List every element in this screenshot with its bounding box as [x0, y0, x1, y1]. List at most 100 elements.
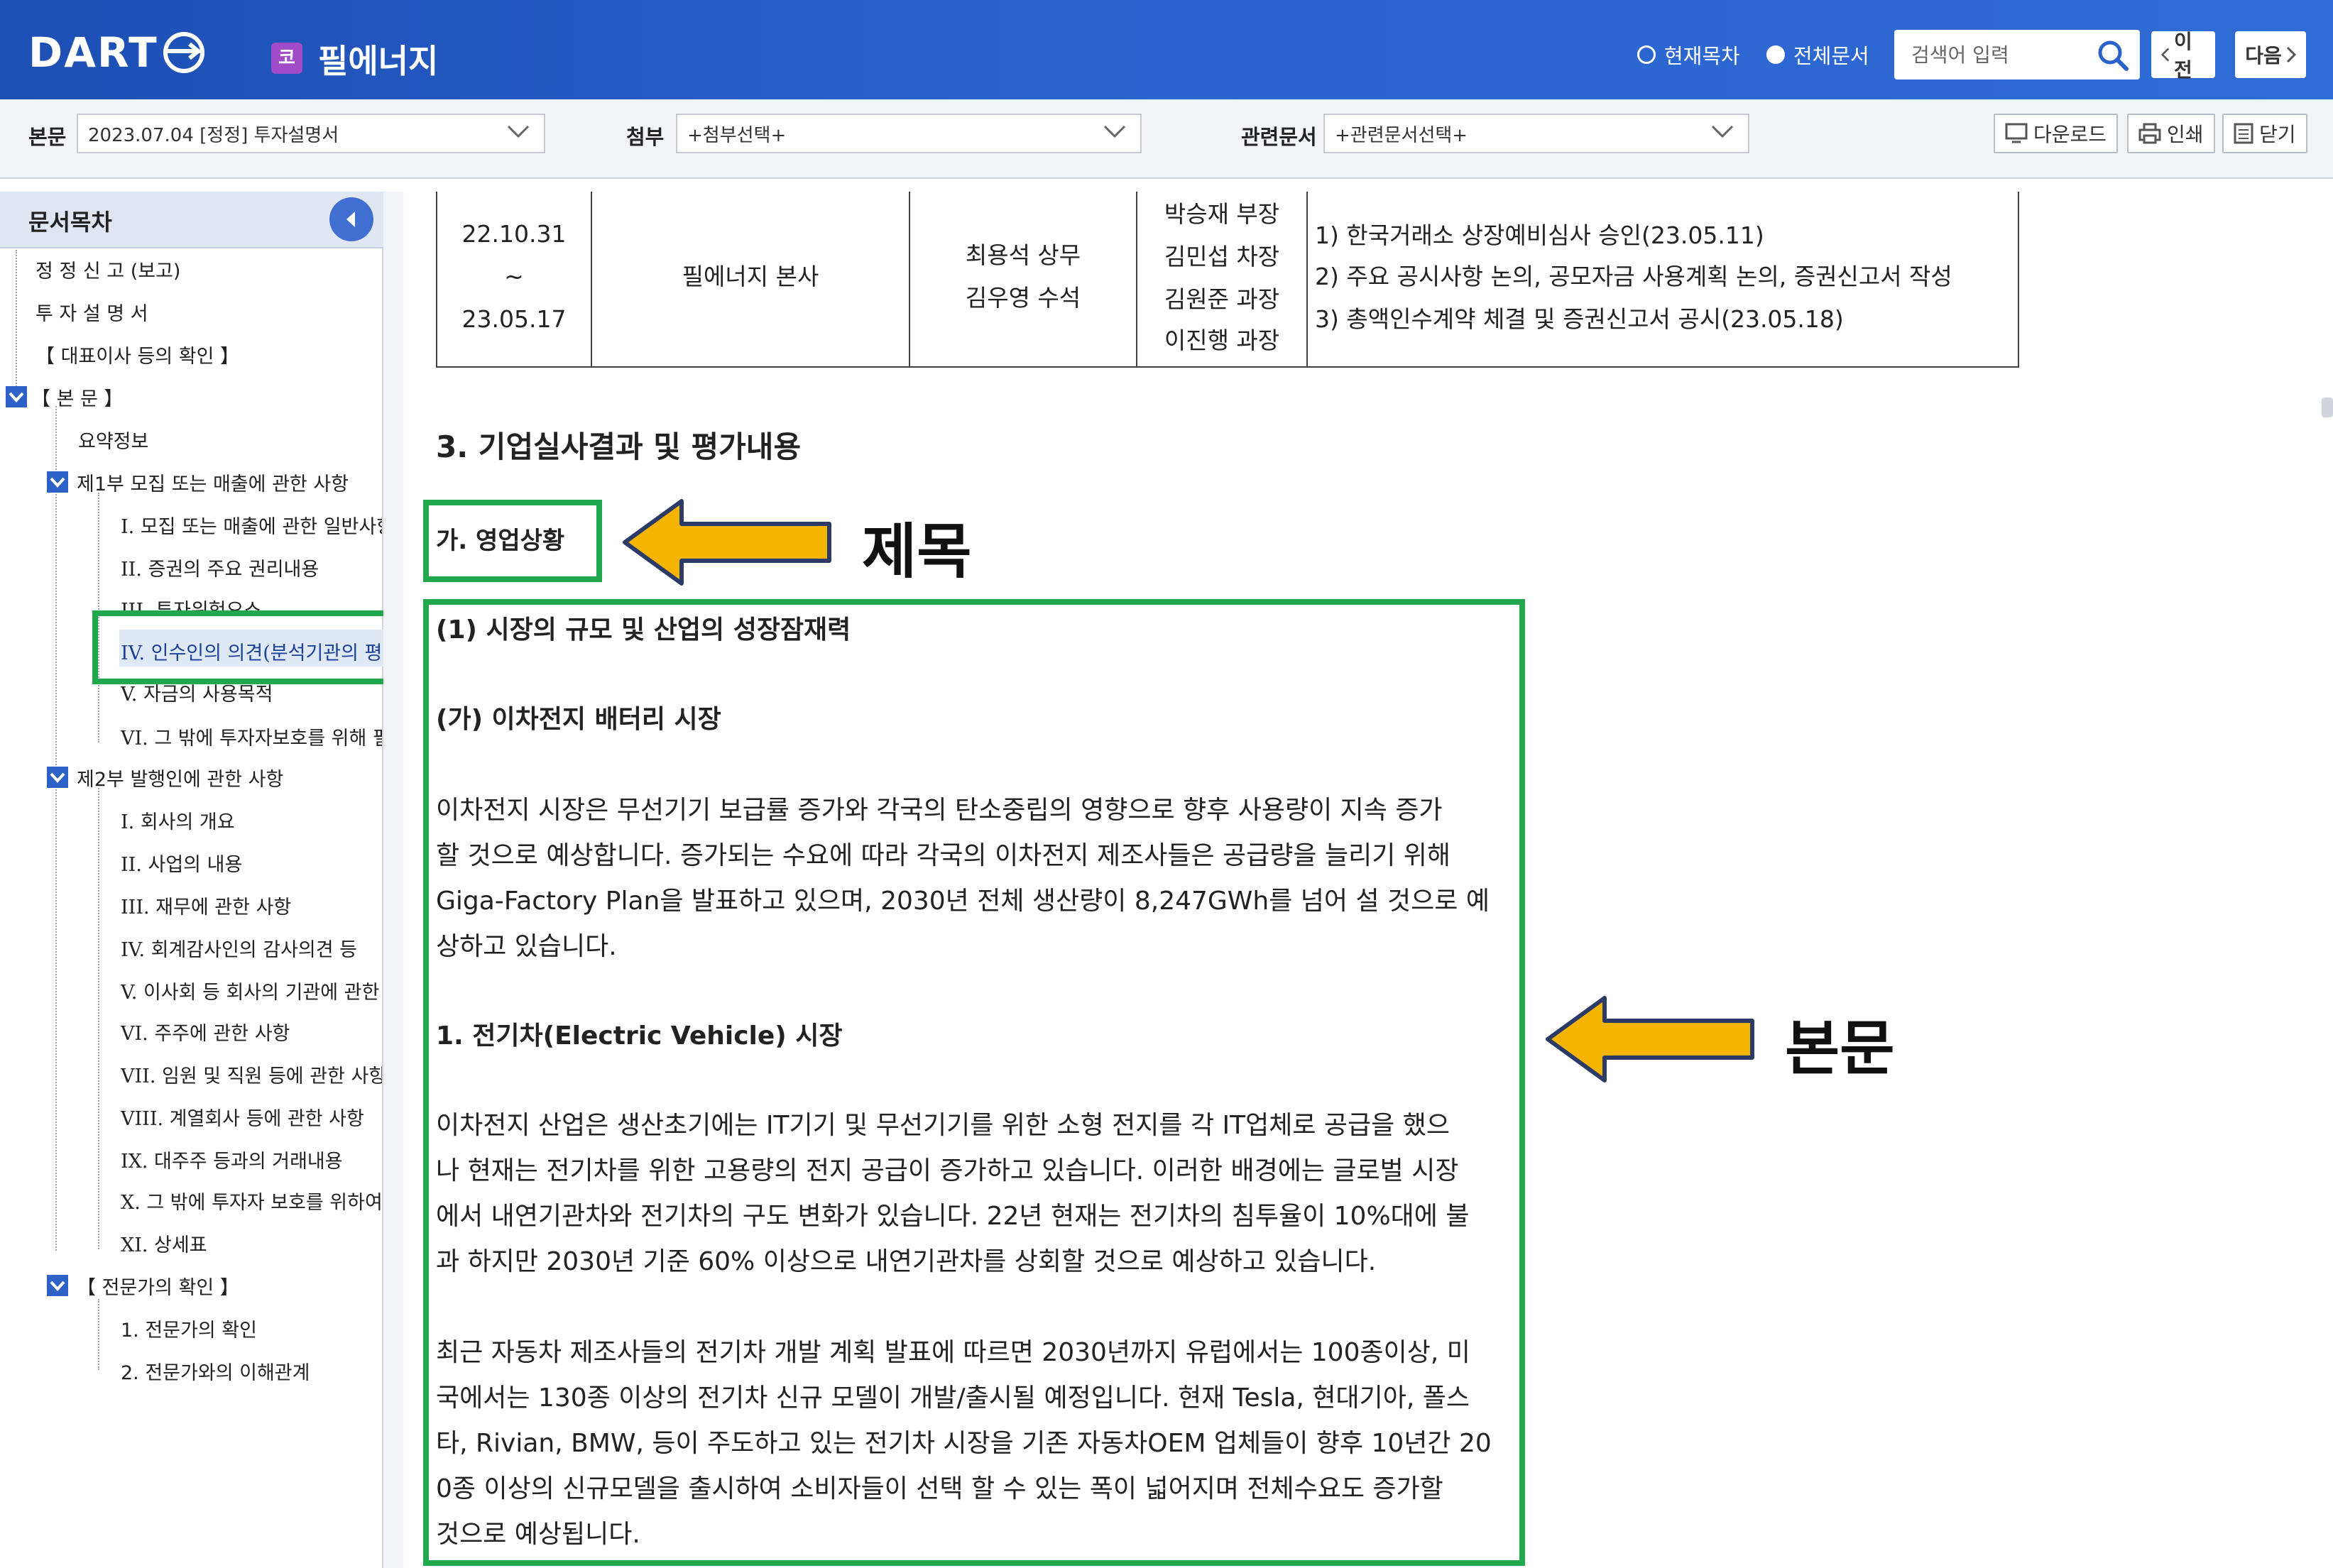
- radio-current-toc[interactable]: 현재목차: [1637, 40, 1740, 70]
- prev-label: 이전: [2173, 30, 2192, 82]
- paragraph-line: 것으로 예상됩니다.: [436, 1520, 640, 1549]
- attach-select[interactable]: +첨부선택+: [676, 114, 1142, 153]
- tree-guide-line: [55, 406, 57, 1251]
- toc-item-part2-3[interactable]: III. 재무에 관한 사항: [121, 892, 382, 919]
- toc-item-part2[interactable]: 제2부 발행인에 관한 사항: [77, 764, 382, 791]
- toc-item-part2-8[interactable]: VIII. 계열회사 등에 관한 사항: [121, 1103, 382, 1131]
- toc-item-part2-6[interactable]: VI. 주주에 관한 사항: [121, 1018, 382, 1046]
- table-date-separator: ~: [504, 263, 524, 290]
- arrow-left-icon: [623, 499, 831, 586]
- print-button[interactable]: 인쇄: [2127, 114, 2215, 153]
- toc-item-part1-3[interactable]: III. 투자위험요소: [121, 595, 382, 612]
- toc-item-summary[interactable]: 요약정보: [78, 426, 376, 454]
- download-label: 다운로드: [2033, 123, 2107, 146]
- toc-item-part1-2[interactable]: II. 증권의 주요 권리내용: [121, 554, 382, 581]
- toc-item-expert[interactable]: 【 전문가의 확인 】: [77, 1272, 382, 1300]
- toc-header: 문서목차: [0, 192, 383, 248]
- arrow-left-icon: [1546, 996, 1754, 1082]
- related-docs-value: +관련문서선택+: [1335, 124, 1468, 146]
- paragraph-line: 타, Rivian, BMW, 등이 주도하고 있는 전기차 시장을 기존 자동…: [436, 1429, 1492, 1458]
- chevron-left-icon: [346, 212, 355, 227]
- table-content-2: 2) 주요 공시사항 논의, 공모자금 사용계획 논의, 증권신고서 작성: [1315, 263, 1952, 290]
- tree-expanded-icon[interactable]: [47, 767, 68, 788]
- table-counterpart-3: 김원준 과장: [1164, 285, 1280, 313]
- annotation-title-label: 제목: [862, 517, 972, 586]
- related-docs-select[interactable]: +관련문서선택+: [1323, 114, 1749, 153]
- toc-item-part2-11[interactable]: XI. 상세표: [121, 1229, 382, 1257]
- tree-guide-line: [16, 250, 17, 392]
- toc-item-part1-6[interactable]: VI. 그 밖에 투자자보호를 위해 필요한 사항: [121, 723, 382, 750]
- toc-item-part2-7[interactable]: VII. 임원 및 직원 등에 관한 사항: [121, 1060, 382, 1088]
- dart-logo-icon: [163, 32, 204, 73]
- paragraph-line: 할 것으로 예상합니다. 증가되는 수요에 따라 각국의 이차전지 제조사들은 …: [436, 841, 1451, 870]
- logo-text: DART: [28, 28, 158, 77]
- chevron-left-icon: [2161, 48, 2170, 62]
- next-label: 다음: [2245, 44, 2282, 67]
- highlight-box-selected-toc: [92, 610, 402, 684]
- table-content-3: 3) 총액인수계약 체결 및 증권신고서 공시(23.05.18): [1315, 305, 1844, 333]
- search-box: [1894, 30, 2140, 80]
- related-docs-label: 관련문서: [1241, 125, 1317, 149]
- document-icon: [2234, 123, 2253, 144]
- section-title: 3. 기업실사결과 및 평가내용: [436, 429, 802, 464]
- toc-item-part2-4[interactable]: IV. 회계감사인의 감사의견 등: [121, 934, 382, 962]
- chevron-down-icon: [1103, 125, 1126, 138]
- paragraph-line: 이차전지 시장은 무선기기 보급률 증가와 각국의 탄소중립의 영향으로 향후 …: [436, 796, 1443, 825]
- search-icon[interactable]: [2096, 38, 2130, 72]
- toc-item-part2-9[interactable]: IX. 대주주 등과의 거래내용: [121, 1146, 382, 1173]
- main-doc-select[interactable]: 2023.07.04 [정정] 투자설명서: [77, 114, 545, 153]
- chevron-down-icon: [1711, 125, 1734, 138]
- paragraph-line: 국에서는 130종 이상의 전기차 신규 모델이 개발/출시될 예정입니다. 현…: [436, 1383, 1470, 1413]
- close-button[interactable]: 닫기: [2222, 114, 2307, 153]
- tree-expanded-icon[interactable]: [6, 386, 27, 407]
- toc-item-part1-1[interactable]: I. 모집 또는 매출에 관한 일반사항: [121, 511, 382, 539]
- tree-expanded-icon[interactable]: [47, 1275, 68, 1296]
- table-column-divider: [1306, 192, 1308, 368]
- heading-battery-market: (가) 이차전지 배터리 시장: [436, 705, 721, 734]
- radio-unchecked-icon: [1637, 45, 1656, 64]
- table-staff-2: 김우영 수석: [965, 284, 1081, 312]
- toc-item-part2-10[interactable]: X. 그 밖에 투자자 보호를 위하여 필요한 사항: [121, 1187, 382, 1215]
- paragraph-line: 최근 자동차 제조사들의 전기차 개발 계획 발표에 따르면 2030년까지 유…: [436, 1338, 1470, 1367]
- paragraph-line: 에서 내연기관차와 전기차의 구도 변화가 있습니다. 22년 현재는 전기차의…: [436, 1202, 1470, 1231]
- paragraph-1: 이차전지 시장은 무선기기 보급률 증가와 각국의 탄소중립의 영향으로 향후 …: [436, 788, 1501, 970]
- next-button[interactable]: 다음: [2235, 31, 2306, 78]
- toc-item-expert-1[interactable]: 1. 전문가의 확인: [121, 1315, 382, 1342]
- company-name: 필에너지: [318, 42, 439, 80]
- annotation-body-label: 본문: [1785, 1014, 1895, 1083]
- toc-item-prospectus[interactable]: 투 자 설 명 서: [35, 298, 376, 326]
- toc-item-main-body[interactable]: 【 본 문 】: [31, 383, 372, 411]
- radio-current-label: 현재목차: [1664, 44, 1740, 68]
- attach-label: 첨부: [626, 125, 665, 149]
- printer-icon: [2138, 123, 2161, 144]
- search-input[interactable]: [1911, 43, 2096, 67]
- radio-all-label: 전체문서: [1793, 44, 1869, 68]
- table-location: 필에너지 본사: [682, 263, 819, 290]
- tree-guide-line: [98, 1299, 99, 1370]
- toc-item-part1[interactable]: 제1부 모집 또는 매출에 관한 사항: [77, 468, 382, 496]
- toc-item-part2-5[interactable]: V. 이사회 등 회사의 기관에 관한 사항: [121, 977, 382, 1004]
- sidebar-scrollbar[interactable]: [383, 192, 403, 1568]
- monitor-icon: [2005, 123, 2028, 143]
- toc-title: 문서목차: [28, 209, 112, 236]
- dart-logo[interactable]: DART: [28, 28, 207, 77]
- paragraph-line: 나 현재는 전기차를 위한 고용량의 전지 공급이 증가하고 있습니다. 이러한…: [436, 1156, 1459, 1185]
- download-button[interactable]: 다운로드: [1994, 114, 2119, 153]
- radio-all-docs[interactable]: 전체문서: [1766, 40, 1869, 70]
- company-type-badge: 코: [271, 43, 302, 74]
- top-header: DART 코 필에너지 현재목차 전체문서 이전 다음: [0, 0, 2333, 99]
- paragraph-line: 이차전지 산업은 생산초기에는 IT기기 및 무선기기를 위한 소형 전지를 각…: [436, 1111, 1450, 1140]
- collapse-sidebar-button[interactable]: [329, 197, 373, 241]
- tree-guide-line: [98, 788, 99, 1249]
- toc-item-ceo-confirm[interactable]: 【 대표이사 등의 확인 】: [35, 341, 376, 368]
- table-content-1: 1) 한국거래소 상장예비심사 승인(23.05.11): [1315, 221, 1764, 249]
- radio-checked-icon: [1766, 45, 1785, 64]
- table-counterpart-2: 김민섭 차장: [1164, 243, 1280, 270]
- tree-expanded-icon[interactable]: [47, 471, 68, 493]
- toc-item-part2-2[interactable]: II. 사업의 내용: [121, 849, 382, 877]
- toc-item-expert-2[interactable]: 2. 전문가와의 이해관계: [121, 1357, 382, 1385]
- prev-button[interactable]: 이전: [2151, 30, 2215, 82]
- toc-item-correction[interactable]: 정 정 신 고 (보고): [35, 256, 376, 283]
- content-scrollbar[interactable]: [2322, 398, 2333, 417]
- toc-item-part2-1[interactable]: I. 회사의 개요: [121, 806, 382, 834]
